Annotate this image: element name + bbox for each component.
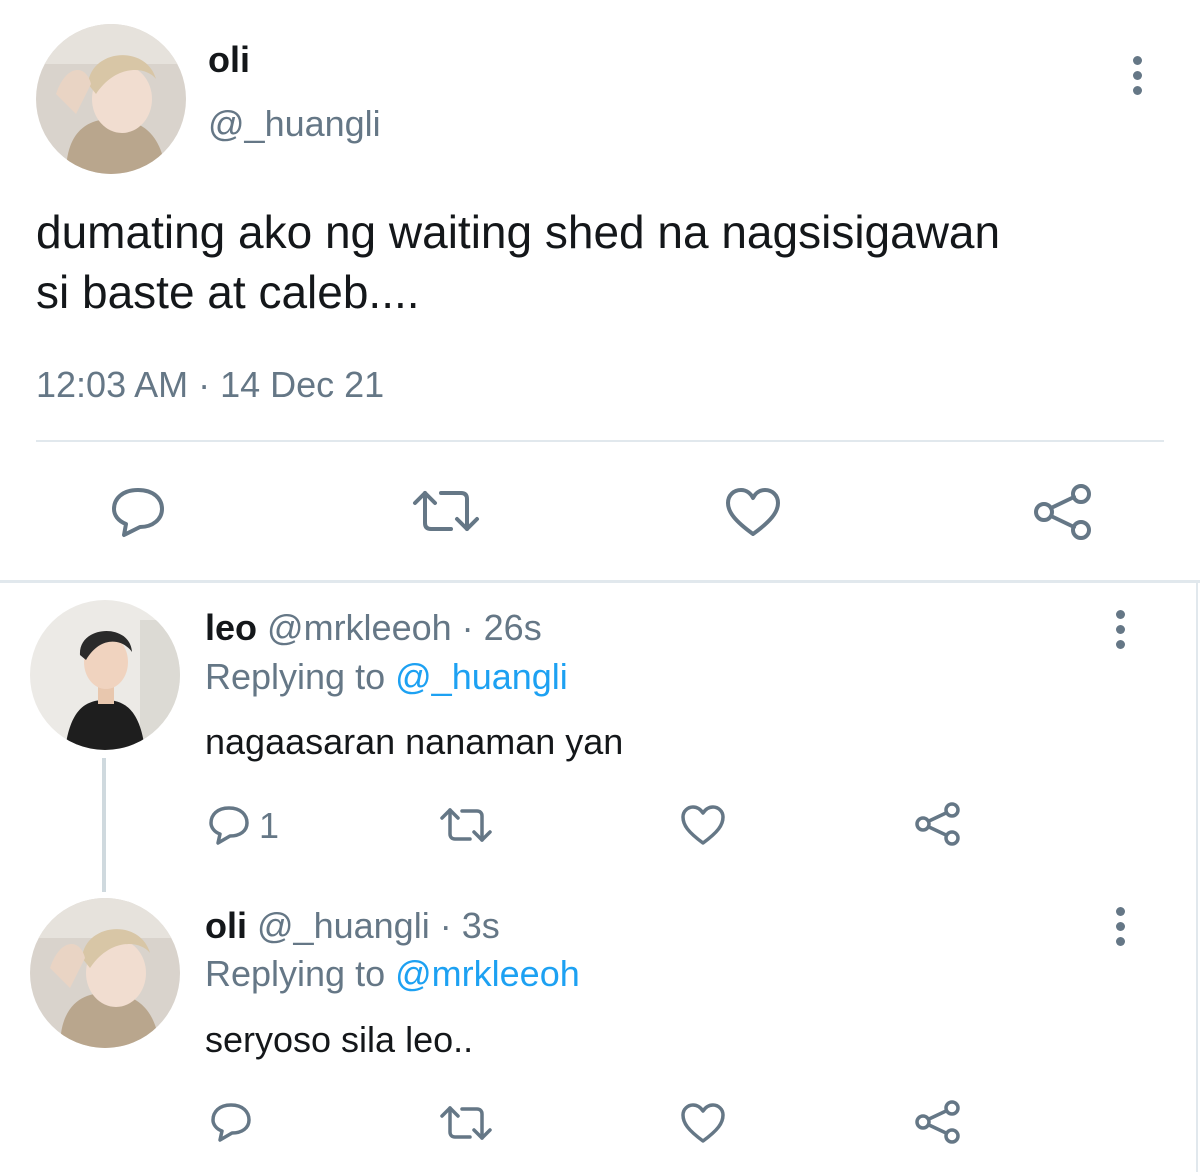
reply-icon: [112, 488, 164, 537]
share-button[interactable]: [915, 802, 961, 846]
reply-header: oli @_huangli · 3s: [205, 906, 500, 946]
retweet-icon: [440, 808, 492, 842]
replying-to-label: Replying to: [205, 953, 386, 994]
reply-count: 1: [259, 805, 280, 846]
replying-to-handle[interactable]: @mrkleeoh: [395, 953, 580, 994]
avatar-photo: [30, 600, 180, 750]
like-button[interactable]: [680, 804, 726, 846]
more-options-icon[interactable]: [1131, 56, 1143, 101]
reply-icon: [209, 806, 249, 845]
reply-button[interactable]: [110, 486, 166, 538]
reply-author-handle[interactable]: @mrkleeoh: [267, 607, 452, 648]
reply-icon: [211, 1103, 251, 1142]
reply-header: leo @mrkleeoh · 26s: [205, 608, 542, 648]
retweet-icon: [440, 1106, 492, 1140]
retweet-button[interactable]: [413, 487, 479, 535]
like-icon: [726, 488, 780, 536]
tweet-text-line-1: dumating ako ng waiting shed na nagsisig…: [36, 206, 1001, 258]
like-icon: [681, 1103, 725, 1143]
like-button[interactable]: [680, 1102, 726, 1144]
retweet-button[interactable]: [440, 806, 492, 844]
avatar-photo: [30, 898, 180, 1048]
share-icon: [915, 802, 960, 846]
reply-author-name[interactable]: leo: [205, 607, 257, 648]
retweet-button[interactable]: [440, 1104, 492, 1142]
reply-avatar[interactable]: [30, 898, 180, 1048]
more-options-icon[interactable]: [1114, 907, 1126, 952]
replying-to-label: Replying to: [205, 656, 386, 697]
share-icon: [1034, 484, 1091, 540]
avatar-photo: [36, 24, 186, 174]
tweet-timestamp[interactable]: 12:03 AM · 14 Dec 21: [36, 365, 384, 405]
reply-author-handle[interactable]: @_huangli: [257, 905, 430, 946]
share-icon: [915, 1100, 960, 1144]
right-edge-border: [1196, 580, 1198, 1172]
section-divider: [0, 580, 1200, 583]
reply-text: seryoso sila leo..: [205, 1019, 474, 1060]
author-avatar[interactable]: [36, 24, 186, 174]
divider: [36, 440, 1164, 442]
tweet-text-line-2: si baste at caleb....: [36, 266, 420, 318]
replying-to: Replying to @_huangli: [205, 657, 568, 697]
reply-button[interactable]: [208, 805, 250, 845]
author-name[interactable]: oli: [208, 40, 250, 80]
thread-line: [102, 758, 106, 892]
reply-age: · 3s: [439, 905, 500, 946]
more-options-icon[interactable]: [1114, 610, 1126, 655]
like-icon: [681, 805, 725, 845]
reply-age: · 26s: [461, 607, 542, 648]
reply-text: nagaasaran nanaman yan: [205, 721, 624, 762]
replying-to-handle[interactable]: @_huangli: [395, 656, 568, 697]
reply-author-name[interactable]: oli: [205, 905, 247, 946]
retweet-icon: [413, 491, 479, 531]
reply-button[interactable]: [210, 1102, 252, 1142]
reply-avatar[interactable]: [30, 600, 180, 750]
share-button[interactable]: [915, 1100, 961, 1144]
share-button[interactable]: [1033, 484, 1093, 540]
author-handle[interactable]: @_huangli: [208, 104, 381, 144]
like-button[interactable]: [725, 487, 781, 537]
replying-to: Replying to @mrkleeoh: [205, 954, 580, 994]
